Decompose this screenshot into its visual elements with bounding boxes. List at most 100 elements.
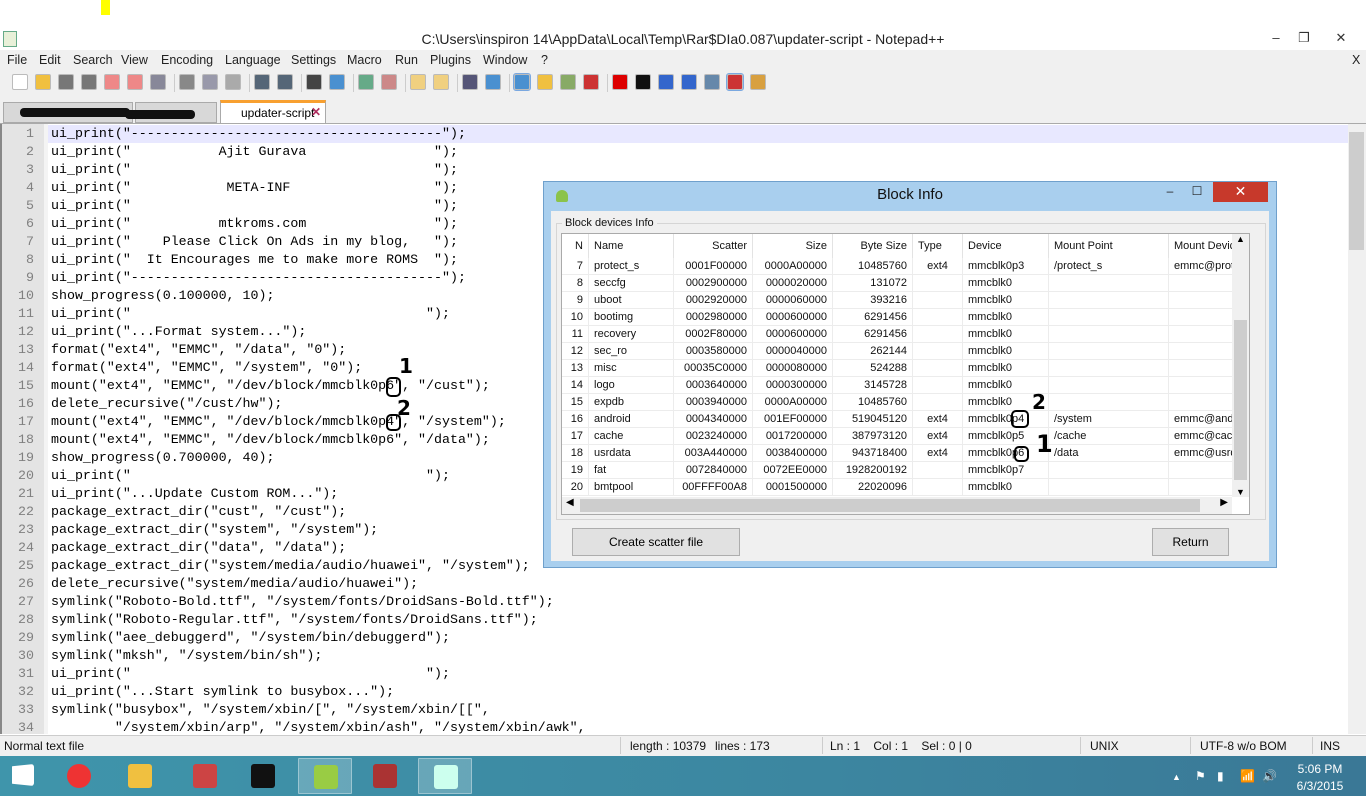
power-icon[interactable]: ▮ — [1217, 769, 1224, 783]
code-line[interactable]: format("ext4", "EMMC", "/data", "0"); — [51, 341, 346, 359]
menu-window[interactable]: Window — [483, 53, 527, 67]
indent-guide-icon[interactable] — [513, 73, 531, 91]
menu-macro[interactable]: Macro — [347, 53, 382, 67]
column-header[interactable]: Type — [913, 234, 963, 258]
clock[interactable]: 5:06 PM 6/3/2015 — [1290, 761, 1350, 795]
code-line[interactable]: symlink("mksh", "/system/bin/sh"); — [51, 647, 322, 665]
open-icon[interactable] — [35, 74, 51, 90]
list-scroll-thumb[interactable] — [1234, 320, 1247, 480]
code-line[interactable]: symlink("Roboto-Bold.ttf", "/system/font… — [51, 593, 554, 611]
code-line[interactable]: package_extract_dir("system/media/audio/… — [51, 557, 530, 575]
taskbar-chrome[interactable] — [52, 758, 106, 794]
undo-icon[interactable] — [254, 74, 270, 90]
tab-updater-script[interactable]: updater-script ✕ — [220, 100, 326, 124]
restore-button[interactable]: ❐ — [1290, 30, 1318, 48]
code-line[interactable]: symlink("busybox", "/system/xbin/[", "/s… — [51, 701, 490, 719]
code-line[interactable]: package_extract_dir("system", "/system")… — [51, 521, 378, 539]
code-line[interactable]: ui_print("------------------------------… — [51, 125, 466, 143]
column-header[interactable]: Name — [589, 234, 674, 258]
column-header[interactable]: Byte Size — [833, 234, 913, 258]
show-all-icon[interactable] — [485, 74, 501, 90]
menu-settings[interactable]: Settings — [291, 53, 336, 67]
code-line[interactable]: ui_print(" "); — [51, 305, 450, 323]
volume-icon[interactable]: 🔊 — [1262, 769, 1277, 783]
create-scatter-file-button[interactable]: Create scatter file — [572, 528, 740, 556]
stop-record-icon[interactable] — [635, 74, 651, 90]
code-line[interactable]: ui_print(" "); — [51, 467, 450, 485]
code-line[interactable]: ui_print(" Please Click On Ads in my blo… — [51, 233, 458, 251]
taskbar-command-prompt[interactable] — [236, 758, 290, 794]
show-hidden-icons[interactable]: ▲ — [1172, 772, 1181, 782]
zoom-in-icon[interactable] — [358, 74, 374, 90]
code-line[interactable]: ui_print("------------------------------… — [51, 269, 466, 287]
return-button[interactable]: Return — [1152, 528, 1229, 556]
code-line[interactable]: ui_print(" "); — [51, 665, 450, 683]
find-icon[interactable] — [306, 74, 322, 90]
dialog-maximize-button[interactable]: ☐ — [1183, 184, 1211, 200]
code-line[interactable]: mount("ext4", "EMMC", "/dev/block/mmcblk… — [51, 377, 490, 395]
new-icon[interactable] — [12, 74, 28, 90]
column-header[interactable]: N — [562, 234, 589, 258]
cut-icon[interactable] — [179, 74, 195, 90]
dialog-minimize-button[interactable]: – — [1157, 184, 1183, 200]
menu-encoding[interactable]: Encoding — [161, 53, 213, 67]
taskbar-notepad++[interactable] — [418, 758, 472, 794]
zoom-out-icon[interactable] — [381, 74, 397, 90]
close-icon[interactable] — [104, 74, 120, 90]
code-line[interactable]: show_progress(0.700000, 40); — [51, 449, 274, 467]
run-multiple-icon[interactable] — [681, 74, 697, 90]
tab-close-icon[interactable]: ✕ — [311, 105, 321, 119]
save-icon[interactable] — [58, 74, 74, 90]
code-line[interactable]: ui_print(" mtkroms.com "); — [51, 215, 458, 233]
code-line[interactable]: ui_print("...Update Custom ROM..."); — [51, 485, 338, 503]
editor-scroll-thumb[interactable] — [1349, 132, 1364, 250]
spell-check-icon[interactable] — [726, 73, 744, 91]
record-macro-icon[interactable] — [612, 74, 628, 90]
taskbar-android-tool[interactable] — [298, 758, 352, 794]
sync-v-icon[interactable] — [410, 74, 426, 90]
copy-icon[interactable] — [202, 74, 218, 90]
dialog-close-button[interactable]: ✕ — [1213, 182, 1268, 202]
code-line[interactable]: format("ext4", "EMMC", "/system", "0"); — [51, 359, 362, 377]
doc-map-icon[interactable] — [560, 74, 576, 90]
column-header[interactable]: Size — [753, 234, 833, 258]
column-header[interactable]: Scatter — [674, 234, 753, 258]
word-wrap-icon[interactable] — [462, 74, 478, 90]
code-line[interactable]: package_extract_dir("data", "/data"); — [51, 539, 346, 557]
code-line[interactable]: ui_print(" "); — [51, 161, 458, 179]
close-button[interactable]: ✕ — [1318, 30, 1364, 48]
menu-run[interactable]: Run — [395, 53, 418, 67]
save-macro-icon[interactable] — [704, 74, 720, 90]
taskbar-start[interactable] — [0, 758, 54, 794]
column-header[interactable]: Device — [963, 234, 1049, 258]
replace-icon[interactable] — [329, 74, 345, 90]
code-line[interactable]: show_progress(0.100000, 10); — [51, 287, 274, 305]
compare-icon[interactable] — [750, 74, 766, 90]
redo-icon[interactable] — [277, 74, 293, 90]
action-center-icon[interactable]: ⚑ — [1195, 769, 1206, 783]
code-line[interactable]: ui_print(" META-INF "); — [51, 179, 458, 197]
column-header[interactable]: Mount Devic — [1169, 234, 1233, 258]
code-line[interactable]: symlink("aee_debuggerd", "/system/bin/de… — [51, 629, 450, 647]
taskbar-file-explorer[interactable] — [113, 758, 167, 794]
code-line[interactable]: delete_recursive("system/media/audio/hua… — [51, 575, 418, 593]
code-line[interactable]: mount("ext4", "EMMC", "/dev/block/mmcblk… — [51, 413, 506, 431]
list-hscroll-thumb[interactable] — [580, 499, 1200, 512]
udl-icon[interactable] — [537, 74, 553, 90]
paste-icon[interactable] — [225, 74, 241, 90]
menu-search[interactable]: Search — [73, 53, 113, 67]
menu-edit[interactable]: Edit — [39, 53, 61, 67]
code-line[interactable]: mount("ext4", "EMMC", "/dev/block/mmcblk… — [51, 431, 490, 449]
code-line[interactable]: ui_print("...Start symlink to busybox...… — [51, 683, 394, 701]
print-icon[interactable] — [150, 74, 166, 90]
code-line[interactable]: symlink("Roboto-Regular.ttf", "/system/f… — [51, 611, 538, 629]
taskbar-winrar[interactable] — [358, 758, 412, 794]
code-line[interactable]: ui_print(" Ajit Gurava "); — [51, 143, 458, 161]
network-icon[interactable]: 📶 — [1240, 769, 1255, 783]
code-line[interactable]: ui_print(" It Encourages me to make more… — [51, 251, 458, 269]
close-all-icon[interactable] — [127, 74, 143, 90]
menu-plugins[interactable]: Plugins — [430, 53, 471, 67]
sync-h-icon[interactable] — [433, 74, 449, 90]
taskbar-snipping-tool[interactable] — [178, 758, 232, 794]
code-line[interactable]: delete_recursive("/cust/hw"); — [51, 395, 282, 413]
